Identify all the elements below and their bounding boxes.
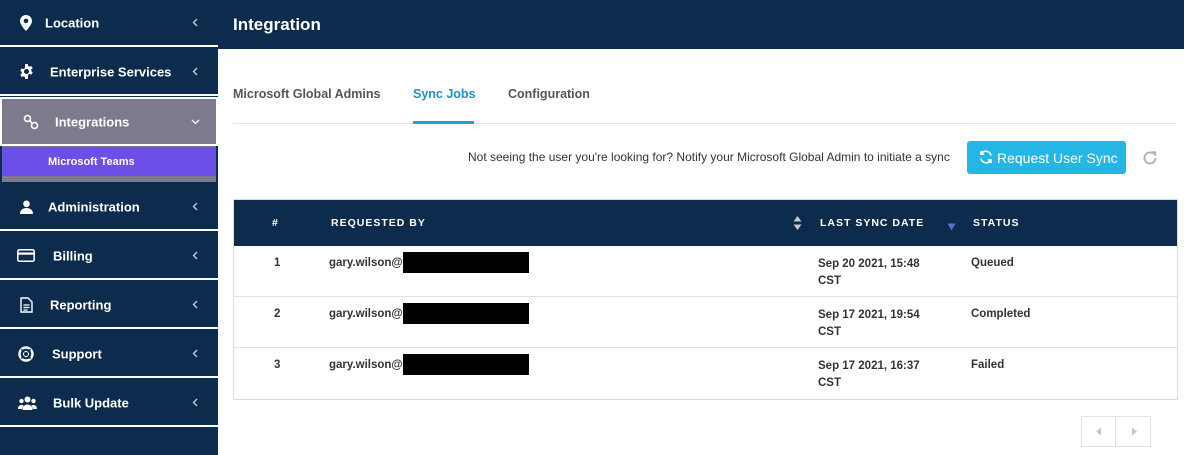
- column-header-last-sync-date[interactable]: LAST SYNC DATE: [820, 217, 924, 229]
- row-index: 1: [274, 257, 281, 269]
- sidebar-item-label: Integrations: [55, 114, 130, 129]
- requested-by-email: gary.wilson@: [329, 308, 403, 320]
- refresh-icon[interactable]: [1142, 150, 1158, 166]
- sort-both-icon[interactable]: [793, 215, 802, 231]
- app: Location Enterprise Services Integration…: [0, 0, 1184, 455]
- sidebar-item-reporting[interactable]: Reporting: [0, 282, 218, 329]
- user-icon: [17, 198, 35, 216]
- request-user-sync-button[interactable]: Request User Sync: [967, 141, 1126, 174]
- map-pin-icon: [17, 14, 35, 32]
- pagination: [1081, 416, 1151, 447]
- table-header: # REQUESTED BY LAST SYNC DATE STATUS: [234, 200, 1177, 246]
- sidebar-item-label: Billing: [53, 248, 93, 263]
- tab-configuration[interactable]: Configuration: [508, 87, 590, 101]
- chevron-left-icon: [190, 67, 200, 77]
- caret-left-icon: [1096, 427, 1101, 436]
- table-row[interactable]: 1 gary.wilson@ Sep 20 2021, 15:48 CST Que…: [234, 246, 1177, 297]
- chevron-left-icon: [190, 18, 200, 28]
- users-icon: [17, 394, 37, 412]
- row-index: 2: [274, 308, 281, 320]
- gear-icon: [17, 63, 35, 81]
- sidebar-item-administration[interactable]: Administration: [0, 184, 218, 231]
- active-tab-indicator: [413, 121, 474, 124]
- last-sync-date-timezone: CST: [818, 326, 841, 338]
- table-row[interactable]: 3 gary.wilson@ Sep 17 2021, 16:37 CST Fai…: [234, 348, 1177, 399]
- sidebar-item-label: Reporting: [50, 297, 112, 312]
- status-value: Completed: [971, 308, 1031, 320]
- column-header-index: #: [272, 217, 279, 229]
- last-sync-date: Sep 17 2021, 16:37 CST: [818, 358, 920, 392]
- sync-icon: [979, 150, 993, 164]
- last-sync-date-line: Sep 17 2021, 16:37: [818, 360, 920, 372]
- sidebar-subitem-microsoft-teams[interactable]: Microsoft Teams: [2, 147, 216, 176]
- last-sync-date-line: Sep 20 2021, 15:48: [818, 258, 920, 270]
- sort-descending-icon[interactable]: [947, 222, 956, 231]
- sync-notice-text: Not seeing the user you're looking for? …: [468, 150, 950, 164]
- credit-card-icon: [17, 247, 35, 265]
- status-value: Queued: [971, 257, 1014, 269]
- table-row[interactable]: 2 gary.wilson@ Sep 17 2021, 19:54 CST Com…: [234, 297, 1177, 348]
- sidebar-item-label: Support: [52, 346, 102, 361]
- sidebar-item-label: Enterprise Services: [50, 64, 172, 79]
- redacted-block: [403, 303, 529, 324]
- document-icon: [17, 296, 35, 314]
- sync-jobs-table: # REQUESTED BY LAST SYNC DATE STATUS 1 g…: [233, 199, 1178, 400]
- last-sync-date-timezone: CST: [818, 275, 841, 287]
- column-header-status: STATUS: [973, 217, 1020, 229]
- redacted-block: [403, 252, 529, 273]
- sidebar-item-integrations[interactable]: Integrations: [0, 97, 218, 146]
- chevron-left-icon: [190, 251, 200, 261]
- last-sync-date: Sep 20 2021, 15:48 CST: [818, 256, 920, 290]
- sidebar-item-label: Location: [45, 15, 100, 30]
- link-icon: [22, 113, 40, 131]
- chevron-down-icon: [190, 117, 200, 127]
- chevron-left-icon: [190, 202, 200, 212]
- next-page-button[interactable]: [1117, 417, 1151, 446]
- status-value: Failed: [971, 359, 1005, 371]
- caret-right-icon: [1131, 427, 1137, 436]
- sidebar-item-billing[interactable]: Billing: [0, 233, 218, 280]
- last-sync-date-line: Sep 17 2021, 19:54: [818, 309, 920, 321]
- chevron-left-icon: [190, 398, 200, 408]
- sidebar: Location Enterprise Services Integration…: [0, 0, 218, 455]
- sidebar-item-label: Bulk Update: [53, 395, 129, 410]
- top-header: Integration: [218, 0, 1184, 49]
- chevron-left-icon: [190, 349, 200, 359]
- column-header-requested-by[interactable]: REQUESTED BY: [331, 217, 426, 229]
- previous-page-button[interactable]: [1082, 417, 1116, 446]
- requested-by-email: gary.wilson@: [329, 359, 403, 371]
- sidebar-item-enterprise-services[interactable]: Enterprise Services: [0, 49, 218, 96]
- last-sync-date-timezone: CST: [818, 377, 841, 389]
- sidebar-item-bulk-update[interactable]: Bulk Update: [0, 380, 218, 427]
- sidebar-item-support[interactable]: Support: [0, 331, 218, 378]
- tab-bar: Microsoft Global Admins Sync Jobs Config…: [233, 80, 1176, 124]
- last-sync-date: Sep 17 2021, 19:54 CST: [818, 307, 920, 341]
- sidebar-item-location[interactable]: Location: [0, 0, 218, 47]
- request-user-sync-label: Request User Sync: [997, 150, 1118, 166]
- lifebuoy-icon: [17, 345, 35, 363]
- tab-sync-jobs[interactable]: Sync Jobs: [413, 87, 476, 101]
- sidebar-submenu: Microsoft Teams: [2, 146, 216, 182]
- row-index: 3: [274, 359, 281, 371]
- redacted-block: [403, 354, 529, 375]
- chevron-left-icon: [190, 300, 200, 310]
- requested-by-email: gary.wilson@: [329, 257, 403, 269]
- sidebar-item-label: Administration: [48, 199, 140, 214]
- tab-microsoft-global-admins[interactable]: Microsoft Global Admins: [233, 87, 380, 101]
- page-title: Integration: [233, 15, 321, 34]
